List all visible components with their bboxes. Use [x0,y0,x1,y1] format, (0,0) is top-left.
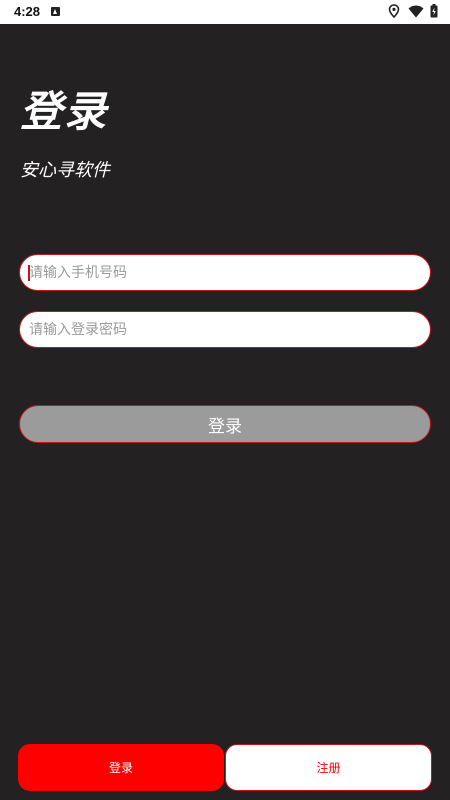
location-icon [388,4,400,18]
password-field[interactable] [19,311,431,348]
page-title: 登录 [20,87,109,136]
login-screen: 4:28 登录 安心寻软件 登录 登录 注册 [0,0,450,800]
notification-app-icon [51,7,60,16]
tab-login[interactable]: 登录 [18,744,224,791]
status-time: 4:28 [14,4,41,19]
password-input[interactable] [20,312,430,347]
phone-input[interactable] [20,255,430,290]
phone-field[interactable] [19,254,431,291]
battery-icon [430,4,438,18]
login-button[interactable]: 登录 [19,405,431,443]
page-subtitle: 安心寻软件 [20,160,110,181]
wifi-icon [408,5,424,18]
text-caret [28,265,30,281]
tab-register[interactable]: 注册 [225,744,432,791]
status-bar: 4:28 [0,0,450,24]
